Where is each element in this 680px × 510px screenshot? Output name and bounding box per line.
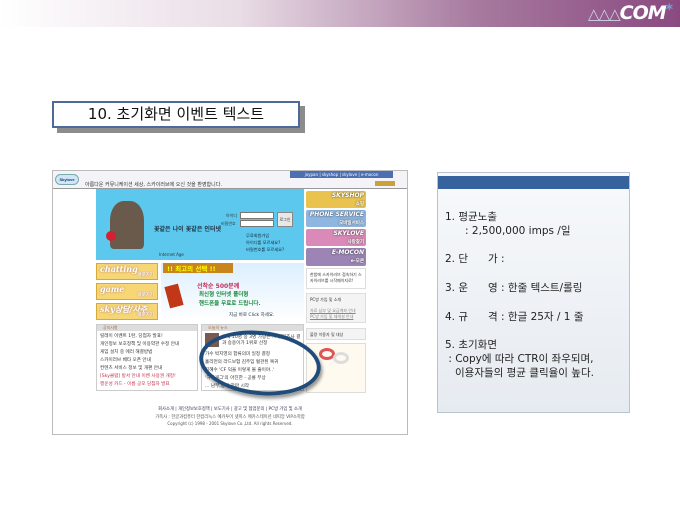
footer-links[interactable]: 회사소개 | 개인정보보호정책 | 보도기사 | 광고 및 협업문의 | PC방…	[53, 406, 407, 412]
notice-item[interactable]: [Sky클럽] 방서 안내 이벤 사용권 개정!	[100, 373, 176, 379]
link-find-password[interactable]: 비밀번호를 모르세요?	[246, 247, 284, 253]
footer-family[interactable]: 가족사 : 한글과컴퓨터 한컴리눅스 예카투어 넷피스 예카스테이션 네띠앙 V…	[53, 414, 407, 420]
site-greeting: 아름다운 커뮤니케이션 세상, 스카이러브에 오신 것을 환영합니다.	[85, 182, 222, 188]
menu-chatting-label: chatting	[100, 264, 138, 274]
phone-service-sub: 모바일서비스	[339, 220, 364, 226]
menu-counsel-shortcut: 바로가기	[137, 313, 154, 318]
link-find-id[interactable]: 아이디를 모르세요?	[246, 240, 280, 246]
notice-title: 공지사항	[97, 325, 197, 331]
event-banner[interactable]: !! 최고의 선택 !! 선착순 500분께 최신형 인터넷 폴더형 핸드폰을 …	[161, 263, 304, 321]
phone-service-button[interactable]: PHONE SERVICE 모바일서비스	[306, 210, 366, 227]
banner-line-3: 핸드폰을 무료로 드립니다.	[199, 301, 261, 307]
menu-counsel[interactable]: sky상담/사주 바로가기	[96, 303, 158, 320]
pc-room-title[interactable]: PC방 가입 및 소개	[310, 297, 362, 303]
menu-game[interactable]: game 바로가기	[96, 283, 158, 300]
banner-click[interactable]: 지금 바로 Click 하세요.	[229, 312, 274, 318]
toolbar-icons[interactable]	[375, 181, 395, 186]
link-signup[interactable]: 무료회원가입	[246, 233, 269, 239]
company-logo: △△△COM*	[588, 2, 673, 24]
rose-icon	[106, 231, 116, 241]
menu-game-label: game	[100, 284, 125, 294]
banner-title: !! 최고의 선택 !!	[163, 263, 233, 273]
internet-age: Internet Age	[159, 252, 184, 257]
panel-item-5: 5. 초기화면	[445, 339, 497, 351]
panel-header	[438, 176, 629, 189]
emocon-sub: e-모콘	[350, 258, 364, 264]
skylove-label: SKYLOVE	[333, 230, 364, 237]
menu-chatting[interactable]: chatting 바로가기	[96, 263, 158, 280]
hero-area: 꽃같은 나이 꽃같은 인터넷 Internet Age 아이디 비밀번호 로그인…	[96, 189, 304, 260]
notice-item[interactable]: 컨텐츠 서비스 정보 및 개편 안내	[100, 365, 162, 371]
panel-item-5-line-2: 이용자들의 평균 클릭율이 높다.	[445, 367, 594, 379]
info-panel: 1. 평균노출 : 2,500,000 imps /일 2. 단 가 : 3. …	[437, 172, 630, 413]
notice-item[interactable]: 릴레이 이벤트 1탄, 당첨자 발표!	[100, 333, 163, 339]
panel-item-1-value: : 2,500,000 imps /일	[445, 225, 571, 237]
menu-chatting-shortcut: 바로가기	[137, 273, 154, 278]
emocon-label: E-MOCON	[331, 249, 364, 256]
id-label: 아이디	[226, 213, 238, 218]
login-button[interactable]: 로그인	[277, 212, 293, 227]
banner-line-2: 최신형 인터넷 폴더형	[199, 292, 249, 298]
skyshop-label: SKYSHOP	[331, 192, 364, 199]
panel-item-4: 4. 규 격 : 한글 25자 / 1 줄	[445, 311, 584, 323]
hero-slogan: 꽃같은 나이 꽃같은 인터넷	[154, 226, 221, 233]
notice-item[interactable]: 개인정보 보호정책 및 이용약관 수정 안내	[100, 341, 179, 347]
copyright: Copyright (c) 1998 - 2001 Skylove Co.,Lt…	[167, 421, 293, 426]
skyshop-sub: 쇼핑	[355, 201, 364, 207]
top-band	[0, 0, 680, 27]
notice-item[interactable]: 행운성 카드 - 이름 공모 당첨자 발표	[100, 381, 170, 387]
website-screenshot: Skylove 아름다운 커뮤니케이션 세상, 스카이러브에 오신 것을 환영합…	[52, 170, 408, 435]
panel-item-3: 3. 운 영 : 한줄 텍스트/롤링	[445, 282, 583, 294]
notice-box: 공지사항 릴레이 이벤트 1탄, 당첨자 발표! 개인정보 보호정책 및 이용약…	[96, 324, 198, 391]
phone-image	[164, 283, 184, 309]
bad-user-link[interactable]: 불량 이용자 및 대상	[306, 328, 366, 340]
top-nav[interactable]: joypan | skyshop | skylove | e-mocon	[290, 171, 393, 178]
banner-line-1: 선착순 500분께	[197, 283, 240, 290]
panel-item-5-line-1: : Copy에 따라 CTR이 좌우되며,	[445, 353, 594, 365]
notice-item[interactable]: 게임 설치 중 에러 해결방법	[100, 349, 152, 355]
panel-item-1: 1. 평균노출	[445, 211, 497, 223]
pc-room-box: PC방 가입 및 소개자료 남부 및 요금계좌 안내 PC방 가입 및 재개설 …	[306, 293, 366, 323]
password-input[interactable]	[240, 220, 274, 227]
panel-item-2: 2. 단 가 :	[445, 253, 505, 265]
start-page-text[interactable]: 한밤에 스카이러브 접속하기 스카이러브를 시작페이지로!	[306, 268, 366, 289]
person-photo	[110, 201, 144, 249]
emocon-button[interactable]: E-MOCON e-모콘	[306, 248, 366, 266]
pw-label: 비밀번호	[221, 221, 236, 226]
pc-room-links[interactable]: 자료 남부 및 요금계좌 안내 PC방 가입 및 재개설 안내	[310, 308, 362, 320]
slide-title: 10. 초기화면 이벤트 텍스트	[52, 101, 300, 128]
menu-game-shortcut: 바로가기	[137, 293, 154, 298]
id-input[interactable]	[240, 212, 274, 219]
notice-item[interactable]: 스카이러브 베타 오픈 안내	[100, 357, 151, 363]
skyshop-button[interactable]: SKYSHOP 쇼핑	[306, 191, 366, 208]
skylove-sub: 사랑찾기	[347, 239, 364, 245]
skylove-logo: Skylove	[55, 174, 79, 185]
phone-service-label: PHONE SERVICE	[309, 211, 364, 218]
skylove-button[interactable]: SKYLOVE 사랑찾기	[306, 229, 366, 246]
